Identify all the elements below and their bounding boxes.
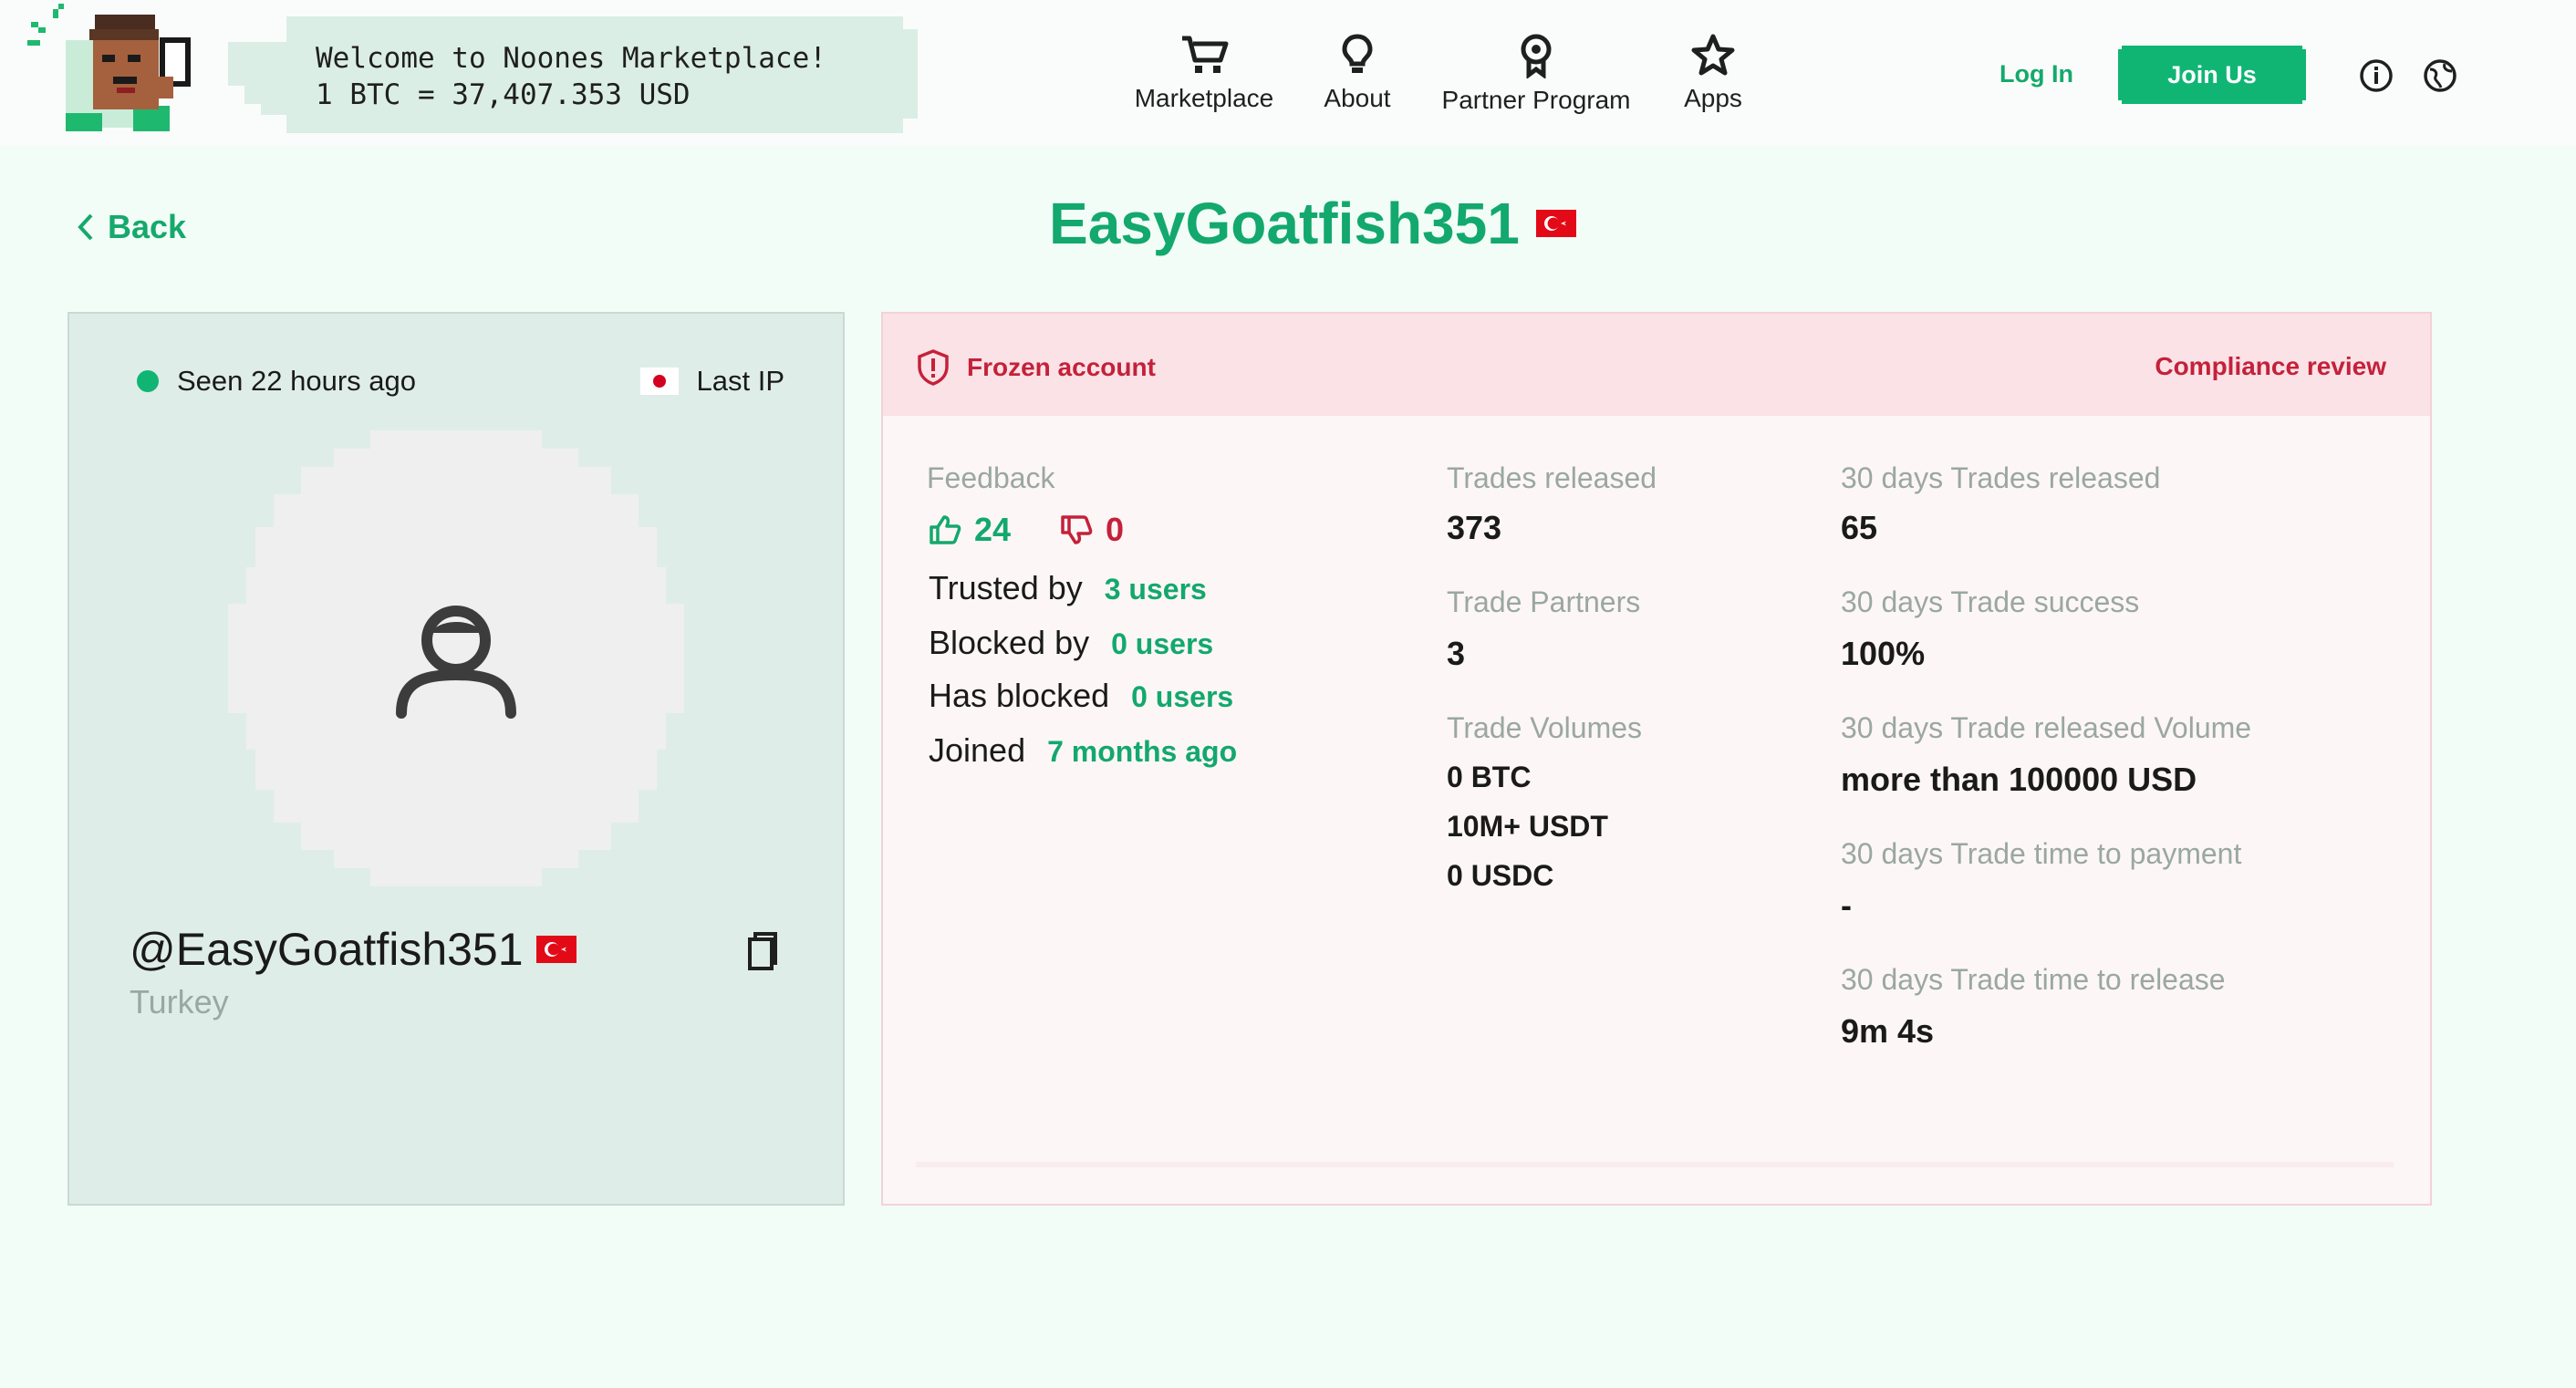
nav-marketplace[interactable]: Marketplace (1126, 33, 1283, 124)
thirty-days-release-time-label: 30 days Trade time to release (1841, 963, 2226, 996)
country-label: Turkey (130, 983, 229, 1020)
nav-about[interactable]: About (1317, 33, 1397, 124)
btc-rate: 1 BTC = 37,407.353 USD (316, 78, 691, 111)
thirty-days-released-value: 65 (1841, 509, 1878, 546)
top-header: Welcome to Noones Marketplace! 1 BTC = 3… (0, 0, 2576, 146)
frozen-text: Frozen account (967, 353, 1156, 381)
nav-partner-program[interactable]: Partner Program (1436, 33, 1636, 124)
thirty-days-payment-time-label: 30 days Trade time to payment (1841, 837, 2242, 870)
star-icon (1691, 34, 1735, 76)
thirty-days-volume-value: more than 100000 USD (1841, 761, 2197, 798)
nav-label: Partner Program (1441, 86, 1631, 114)
trades-released-label: Trades released (1447, 461, 1657, 494)
row-label: Trusted by (929, 569, 1083, 606)
online-status: Seen 22 hours ago (137, 365, 416, 398)
trades-released-value: 373 (1447, 509, 1502, 546)
thumbs-down-icon (1061, 515, 1093, 544)
user-handle: @EasyGoatfish351 (130, 923, 576, 976)
nav-apps[interactable]: Apps (1675, 33, 1751, 124)
feedback-label: Feedback (927, 461, 1055, 494)
cart-icon (1182, 36, 1229, 73)
feedback-counts: 24 0 (929, 511, 1124, 549)
positive-feedback: 24 (929, 511, 1011, 549)
badge-icon (1521, 34, 1552, 78)
row-label: Has blocked (929, 677, 1110, 714)
shield-alert-icon (918, 349, 949, 386)
welcome-message: Welcome to Noones Marketplace! (316, 42, 826, 75)
thumbs-up-icon (930, 515, 961, 544)
has-blocked-row: Has blocked 0 users (929, 677, 1233, 715)
last-ip: Last IP (639, 365, 785, 398)
row-label: Blocked by (929, 624, 1090, 661)
welcome-text: Welcome to Noones Marketplace! 1 BTC = 3… (316, 40, 826, 113)
trusted-by-row: Trusted by 3 users (929, 569, 1207, 607)
blocked-by-row: Blocked by 0 users (929, 624, 1213, 662)
volume-usdt: 10M+ USDT (1447, 810, 1608, 843)
copy-icon[interactable] (744, 930, 781, 972)
join-us-button[interactable]: Join Us (2118, 46, 2306, 104)
seen-text: Seen 22 hours ago (177, 365, 416, 397)
card-divider (916, 1162, 2394, 1167)
online-dot-icon (137, 370, 159, 392)
turkey-flag-icon (535, 936, 576, 963)
last-ip-label: Last IP (696, 365, 785, 397)
thirty-days-payment-time-value: - (1841, 886, 1852, 924)
japan-flag-icon (639, 368, 679, 395)
info-icon[interactable] (2359, 58, 2394, 93)
trade-partners-value: 3 (1447, 635, 1466, 672)
nav-label: Marketplace (1134, 84, 1274, 112)
chevron-left-icon (78, 213, 93, 241)
profile-card: Seen 22 hours ago Last IP @EasyGoatfish3… (68, 312, 845, 1206)
trade-volumes-label: Trade Volumes (1447, 711, 1643, 744)
nav-label: Apps (1684, 84, 1742, 112)
thirty-days-success-label: 30 days Trade success (1841, 585, 2140, 618)
compliance-review-link[interactable]: Compliance review (2155, 352, 2386, 381)
avatar (228, 430, 684, 886)
back-label: Back (108, 208, 187, 245)
negative-count: 0 (1106, 511, 1125, 548)
joined-value: 7 months ago (1047, 735, 1238, 768)
thirty-days-volume-label: 30 days Trade released Volume (1841, 711, 2252, 744)
login-link[interactable]: Log In (2000, 60, 2073, 88)
positive-count: 24 (974, 511, 1012, 548)
stats-card: Frozen account Compliance review Feedbac… (881, 312, 2432, 1206)
volume-usdc: 0 USDC (1447, 859, 1554, 892)
volume-btc: 0 BTC (1447, 761, 1532, 793)
mascot-logo[interactable] (26, 4, 208, 139)
language-globe-icon[interactable] (2423, 58, 2457, 93)
handle-text: @EasyGoatfish351 (130, 924, 524, 975)
joined-row: Joined 7 months ago (929, 731, 1237, 770)
negative-feedback: 0 (1060, 511, 1124, 549)
thirty-days-release-time-value: 9m 4s (1841, 1012, 1935, 1050)
username-title: EasyGoatfish351 (1049, 191, 1520, 256)
nav-label: About (1324, 84, 1391, 112)
lightbulb-icon (1342, 34, 1373, 73)
frozen-account: Frozen account (916, 348, 1156, 387)
page-title: EasyGoatfish351 (1049, 190, 1576, 257)
back-link[interactable]: Back (77, 208, 186, 246)
frozen-account-banner: Frozen account Compliance review (883, 314, 2430, 416)
blocked-by-link[interactable]: 0 users (1111, 627, 1213, 661)
row-label: Joined (929, 731, 1026, 769)
trusted-by-link[interactable]: 3 users (1105, 573, 1207, 606)
thirty-days-success-value: 100% (1841, 635, 1926, 672)
has-blocked-link[interactable]: 0 users (1131, 680, 1233, 714)
thirty-days-released-label: 30 days Trades released (1841, 461, 2161, 494)
turkey-flag-icon (1535, 210, 1576, 237)
trade-partners-label: Trade Partners (1447, 585, 1641, 618)
